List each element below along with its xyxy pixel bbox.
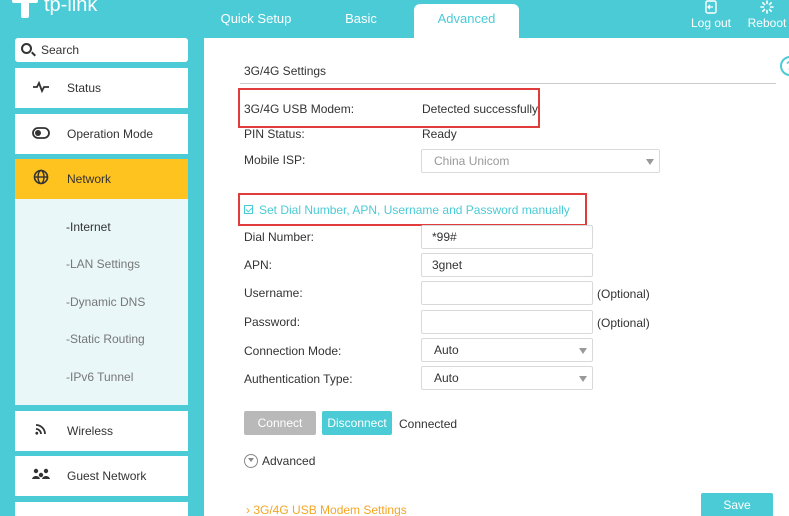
password-field[interactable] <box>421 310 593 334</box>
sidebar-item-label: Network <box>67 172 112 186</box>
search-input[interactable] <box>41 41 181 59</box>
advanced-toggle[interactable]: Advanced <box>244 453 316 469</box>
manual-settings-checkbox[interactable]: Set Dial Number, APN, Username and Passw… <box>244 203 570 217</box>
username-optional-hint: (Optional) <box>597 287 650 301</box>
chevron-down-icon <box>579 348 587 354</box>
auth-type-select[interactable]: Auto <box>421 366 593 390</box>
logo-text: tp-link <box>44 0 98 16</box>
mobile-isp-value: China Unicom <box>434 154 510 168</box>
wifi-icon <box>15 422 67 440</box>
tp-link-logo-mark <box>12 0 38 18</box>
connection-mode-select[interactable]: Auto <box>421 338 593 362</box>
sidebar-item-guest-network[interactable]: Guest Network <box>15 456 188 496</box>
sidebar-item-network[interactable]: Network <box>15 159 188 199</box>
pulse-icon <box>15 80 67 97</box>
sidebar-item-label: Wireless <box>67 424 114 438</box>
reboot-label: Reboot <box>747 16 787 30</box>
section-divider <box>240 83 776 84</box>
sidebar-item-partial[interactable] <box>15 502 188 516</box>
modem-settings-label: 3G/4G USB Modem Settings <box>253 503 407 516</box>
logout-button[interactable]: Log out <box>688 0 734 30</box>
main-panel: 3G/4G Settings ? 3G/4G USB Modem: Detect… <box>204 38 789 516</box>
password-optional-hint: (Optional) <box>597 316 650 330</box>
search-icon <box>21 43 32 54</box>
expand-circle-icon <box>244 453 258 468</box>
logout-label: Log out <box>690 16 732 30</box>
pin-status-value: Ready <box>422 127 457 141</box>
auth-type-value: Auto <box>434 371 459 385</box>
sidebar-item-label: Operation Mode <box>67 127 154 141</box>
logout-icon <box>704 0 718 14</box>
connection-status: Connected <box>399 417 458 431</box>
sidebar-item-status[interactable]: Status <box>15 68 188 108</box>
apn-label: APN: <box>244 258 273 272</box>
help-icon[interactable]: ? <box>780 56 789 76</box>
disconnect-button[interactable]: Disconnect <box>322 411 392 435</box>
mobile-isp-select[interactable]: China Unicom <box>421 149 660 173</box>
sidebar-item-label: Guest Network <box>67 469 147 483</box>
dial-number-label: Dial Number: <box>244 230 315 244</box>
tab-advanced[interactable]: Advanced <box>414 4 519 38</box>
usb-modem-value: Detected successfully <box>422 102 539 116</box>
checkbox-checked-icon[interactable] <box>244 205 253 215</box>
password-label: Password: <box>244 315 301 329</box>
reboot-spinner-icon <box>760 0 774 14</box>
subnav-item-internet[interactable]: -Internet <box>66 220 111 234</box>
search-box[interactable] <box>15 38 188 62</box>
subnav-item-static-routing[interactable]: -Static Routing <box>66 332 145 346</box>
sidebar-item-operation-mode[interactable]: Operation Mode <box>15 114 188 154</box>
subnav-item-lan-settings[interactable]: -LAN Settings <box>66 257 140 271</box>
connect-button[interactable]: Connect <box>244 411 316 435</box>
chevron-right-icon: › <box>246 503 250 516</box>
apn-field[interactable]: 3gnet <box>421 253 593 277</box>
network-subnav: -Internet -LAN Settings -Dynamic DNS -St… <box>15 199 188 405</box>
save-button[interactable]: Save <box>701 493 773 516</box>
tab-quick-setup[interactable]: Quick Setup <box>204 0 308 38</box>
username-label: Username: <box>244 286 303 300</box>
section-title: 3G/4G Settings <box>244 64 327 78</box>
toggle-icon <box>15 126 67 143</box>
connection-mode-value: Auto <box>434 343 459 357</box>
sidebar-item-wireless[interactable]: Wireless <box>15 411 188 451</box>
tp-link-logo: tp-link <box>8 0 118 24</box>
mobile-isp-label: Mobile ISP: <box>244 153 306 167</box>
connection-mode-label: Connection Mode: <box>244 344 342 358</box>
globe-icon <box>15 169 67 189</box>
sidebar-item-label: Status <box>67 81 102 95</box>
auth-type-label: Authentication Type: <box>244 372 353 386</box>
subnav-item-ipv6-tunnel[interactable]: -IPv6 Tunnel <box>66 370 133 384</box>
pin-status-label: PIN Status: <box>244 127 305 141</box>
reboot-button[interactable]: Reboot <box>744 0 789 30</box>
modem-settings-link[interactable]: › 3G/4G USB Modem Settings <box>246 503 407 516</box>
advanced-label: Advanced <box>262 454 316 468</box>
chevron-down-icon <box>579 376 587 382</box>
username-field[interactable] <box>421 281 593 305</box>
guest-network-icon <box>15 467 67 485</box>
tab-basic[interactable]: Basic <box>320 0 402 38</box>
subnav-item-dynamic-dns[interactable]: -Dynamic DNS <box>66 295 145 309</box>
dial-number-field[interactable]: *99# <box>421 225 593 249</box>
usb-modem-label: 3G/4G USB Modem: <box>244 102 355 116</box>
chevron-down-icon <box>646 159 654 165</box>
manual-settings-label: Set Dial Number, APN, Username and Passw… <box>259 203 570 217</box>
